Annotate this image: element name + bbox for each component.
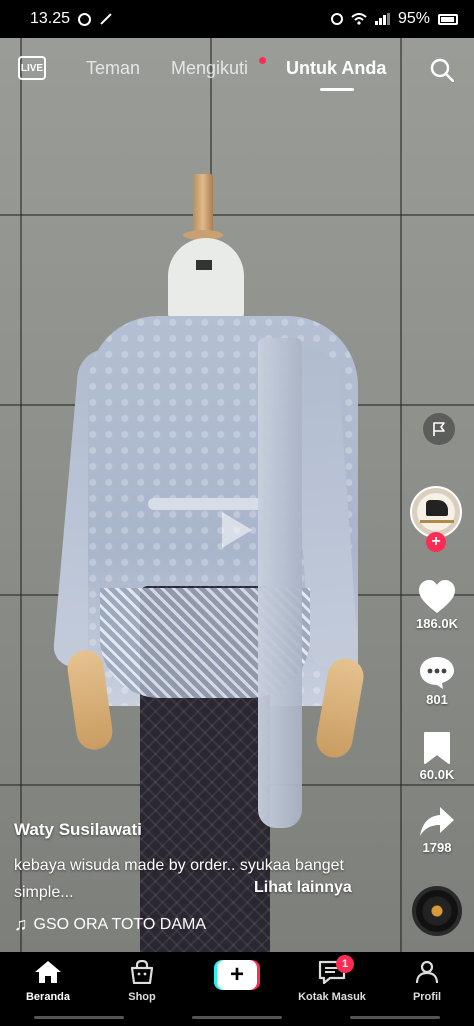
battery-icon [438,13,458,25]
nav-inbox[interactable]: Kotak Masuk [292,960,372,1003]
comment-icon [420,657,454,689]
status-left: 13.25 [30,10,113,28]
flag-icon [433,422,445,436]
mannequin-tag [196,260,212,270]
top-nav: LIVE Teman Mengikuti Untuk Anda [0,48,474,98]
shop-bag-icon [130,959,154,985]
system-nav-home[interactable] [192,1016,282,1019]
status-right: 95% [330,10,458,28]
comment-count: 801 [426,692,448,707]
system-nav-bar [0,1016,474,1019]
tulle-scarf [258,338,302,828]
report-button[interactable] [423,413,455,445]
like-count: 186.0K [416,616,458,631]
nav-inbox-label: Kotak Masuk [298,991,366,1003]
creator-username[interactable]: Waty Susilawati [14,820,142,840]
plus-icon: + [217,960,257,990]
nav-home[interactable]: Beranda [8,960,88,1003]
sound-row[interactable]: ♫ GSO ORA TOTO DAMA [14,914,206,935]
bookmark-icon [424,732,450,764]
heart-icon [419,580,455,613]
creator-avatar[interactable] [410,486,462,538]
live-icon[interactable]: LIVE [18,56,46,80]
tab-untuk-anda[interactable]: Untuk Anda [286,58,386,79]
nav-shop-label: Shop [128,991,156,1003]
home-icon [35,961,61,983]
like-action[interactable]: 186.0K [406,580,468,631]
status-time: 13.25 [30,10,71,27]
nav-shop[interactable]: Shop [102,959,182,1003]
tab-teman[interactable]: Teman [86,58,140,79]
mannequin-neck [168,238,244,323]
wifi-icon [351,13,367,25]
avatar-logo-text [420,520,454,523]
alarm-icon [330,13,343,25]
save-action[interactable]: 60.0K [406,731,468,782]
sewing-machine-icon [426,500,448,516]
follow-button[interactable]: + [426,532,446,552]
create-button[interactable]: + [214,960,260,990]
share-icon [420,807,454,836]
search-icon[interactable] [430,58,454,82]
signal-icon [374,13,390,25]
following-notification-dot [259,57,266,64]
tab-mengikuti[interactable]: Mengikuti [171,58,248,79]
comment-action[interactable]: 801 [406,656,468,707]
system-nav-back[interactable] [350,1016,440,1019]
inbox-badge: 1 [336,955,354,973]
magic-wand-icon [100,13,112,25]
live-label: LIVE [20,62,44,74]
nav-profile-label: Profil [412,991,442,1003]
video-player[interactable] [0,38,474,952]
save-count: 60.0K [419,767,455,782]
active-tab-indicator [320,88,354,91]
kebaya-belt [148,498,264,510]
play-icon [222,512,252,548]
nav-profile[interactable]: Profil [387,960,467,1003]
data-saver-icon [78,12,92,26]
mannequin-stand [193,174,213,234]
music-disc-icon[interactable] [412,886,462,936]
profile-icon [415,960,439,984]
see-more-link[interactable]: Lihat lainnya [254,879,352,897]
system-nav-recent[interactable] [34,1016,124,1019]
nav-home-label: Beranda [25,991,71,1003]
battery-percent: 95% [397,10,430,27]
status-bar: 13.25 95% [0,0,474,38]
music-note-icon: ♫ [14,914,28,934]
share-count: 1798 [422,840,452,855]
share-action[interactable]: 1798 [406,806,468,855]
bottom-nav: Beranda Shop + Kotak Masuk Profil [0,952,474,1026]
sound-title: GSO ORA TOTO DAMA [33,915,206,933]
